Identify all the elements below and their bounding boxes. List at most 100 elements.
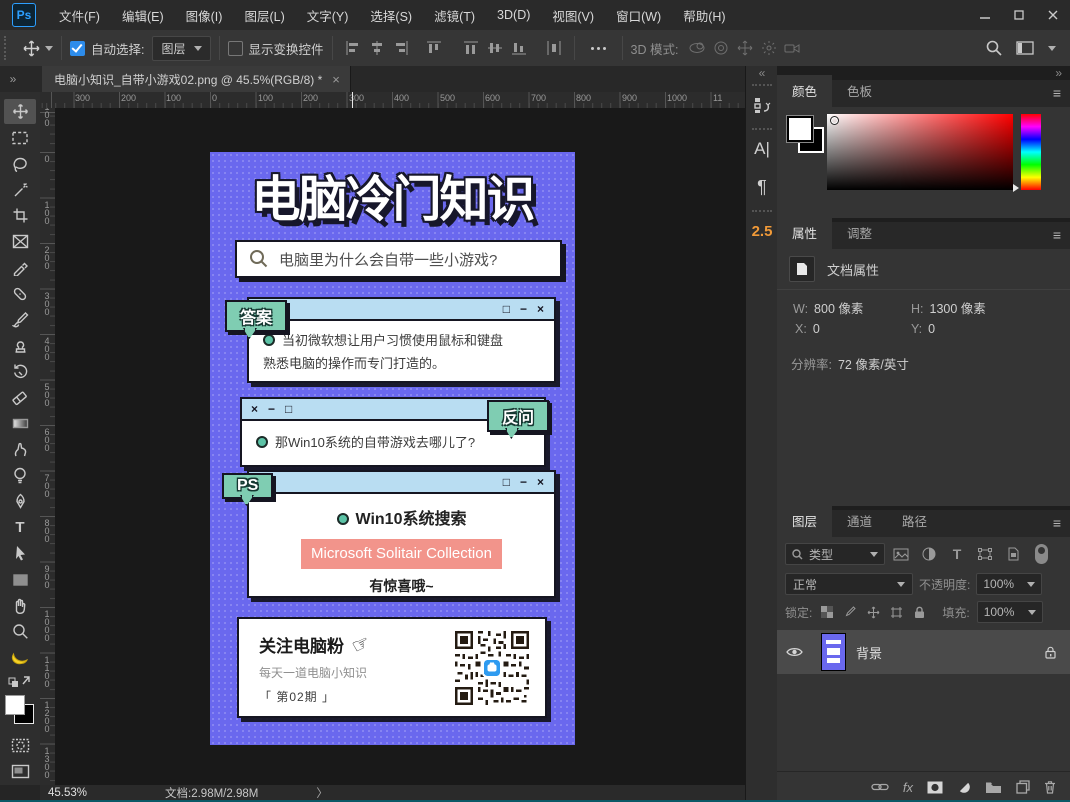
screen-mode-button[interactable] [4,759,36,784]
delete-layer-trash-icon[interactable] [1044,780,1056,794]
drag-3d-camera-icon[interactable] [734,37,756,59]
canvas-area[interactable]: 电脑冷门知识 电脑里为什么会自带一些小游戏? □ − × 当初微软想让用户习惯使… [55,108,745,785]
panel-menu-icon[interactable]: ≡ [1043,221,1070,249]
menu-filter[interactable]: 滤镜(T) [423,6,486,25]
character-panel-icon[interactable]: A| [746,130,778,168]
eyedropper-tool[interactable] [4,255,36,280]
brush-tool[interactable] [4,307,36,332]
distribute-center-vertical-icon[interactable] [484,37,506,59]
distribute-top-icon[interactable] [460,37,482,59]
menu-edit[interactable]: 编辑(E) [111,6,175,25]
align-top-icon[interactable] [423,37,445,59]
lock-pixels-icon[interactable] [842,602,858,622]
menu-image[interactable]: 图像(I) [175,6,234,25]
frame-tool[interactable] [4,229,36,254]
menu-type[interactable]: 文字(Y) [296,6,360,25]
layer-row-background[interactable]: 背景 [777,630,1070,674]
tab-close-icon[interactable]: × [332,72,340,87]
lock-transparent-icon[interactable] [819,602,835,622]
plugin-2-5-panel-icon[interactable]: 2.5 [746,212,778,250]
menu-select[interactable]: 选择(S) [359,6,423,25]
layer-visibility-eye-icon[interactable] [777,646,811,658]
foreground-color-swatch[interactable] [787,116,813,142]
link-layers-icon[interactable] [871,782,889,792]
gradient-tool[interactable] [4,411,36,436]
filter-adjustment-layers-icon[interactable] [917,544,941,564]
collapse-strip-icon[interactable]: « [746,66,778,80]
quick-mask-button[interactable] [4,733,36,758]
minimize-button[interactable] [968,0,1002,30]
paragraph-panel-icon[interactable]: ¶ [746,168,778,206]
hand-tool[interactable] [4,593,36,618]
layer-filter-toggle[interactable] [1035,544,1048,564]
tab-paths[interactable]: 路径 [887,505,942,537]
document-tab[interactable]: 电脑小知识_自带小游戏02.png @ 45.5%(RGB/8) * × [42,66,351,92]
smudge-tool[interactable] [4,437,36,462]
layer-filter-type-dropdown[interactable]: 类型 [785,543,885,565]
tab-swatches[interactable]: 色板 [832,75,887,107]
auto-select-checkbox[interactable] [70,41,85,56]
color-field-selector[interactable] [830,116,839,125]
menu-file[interactable]: 文件(F) [48,6,111,25]
foreground-color-swatch[interactable] [5,695,25,715]
new-group-folder-icon[interactable] [985,781,1002,794]
opacity-input[interactable]: 100% [976,573,1042,595]
history-brush-tool[interactable] [4,359,36,384]
filter-pixel-layers-icon[interactable] [889,544,913,564]
panel-menu-icon[interactable]: ≡ [1043,79,1070,107]
tab-properties[interactable]: 属性 [777,217,832,249]
rectangular-marquee-tool[interactable] [4,125,36,150]
fill-input[interactable]: 100% [977,601,1043,623]
zoom-tool[interactable] [4,619,36,644]
show-transform-checkbox[interactable] [228,41,243,56]
crop-tool[interactable] [4,203,36,228]
filter-type-layers-icon[interactable]: T [945,544,969,564]
layer-style-fx-icon[interactable]: fx [903,780,913,795]
filter-smart-objects-icon[interactable] [1001,544,1025,564]
orbit-3d-camera-icon[interactable] [686,37,708,59]
menu-help[interactable]: 帮助(H) [672,6,736,25]
menu-layer[interactable]: 图层(L) [233,6,295,25]
dodge-tool[interactable] [4,463,36,488]
close-button[interactable] [1036,0,1070,30]
add-layer-mask-icon[interactable] [927,781,943,794]
slide-3d-camera-icon[interactable] [758,37,780,59]
magic-wand-tool[interactable] [4,177,36,202]
distribute-horizontal-icon[interactable] [543,37,565,59]
hue-slider-arrow-icon[interactable] [1013,184,1019,192]
auto-select-target-dropdown[interactable]: 图层 [152,36,210,61]
move-3d-camera-icon[interactable] [782,37,804,59]
lock-artboard-icon[interactable] [888,602,904,622]
more-options-ellipsis-icon[interactable] [591,47,606,50]
layer-thumbnail[interactable] [821,633,846,671]
vertical-ruler[interactable]: 100 0 100 200 300 400 500 600 700 800 90… [40,108,56,785]
align-center-horizontal-icon[interactable] [366,37,388,59]
banana-plugin-tool[interactable] [4,645,36,670]
clone-stamp-tool[interactable] [4,333,36,358]
saturation-brightness-field[interactable] [827,114,1013,190]
lock-all-icon[interactable] [911,602,927,622]
blend-mode-dropdown[interactable]: 正常 [785,573,913,595]
tab-color[interactable]: 颜色 [777,75,832,107]
workspace-switcher-icon[interactable] [1016,41,1034,55]
tab-layers[interactable]: 图层 [777,505,832,537]
tab-channels[interactable]: 通道 [832,505,887,537]
lock-position-icon[interactable] [865,602,881,622]
tool-preset-chevron-icon[interactable] [45,46,53,51]
status-chevron-icon[interactable]: 〉 [316,785,328,801]
search-icon[interactable] [986,40,1002,56]
distribute-bottom-icon[interactable] [508,37,530,59]
default-and-swap-colors[interactable] [4,671,36,689]
maximize-button[interactable] [1002,0,1036,30]
panel-menu-icon[interactable]: ≡ [1043,509,1070,537]
hue-slider[interactable] [1021,114,1041,190]
menu-window[interactable]: 窗口(W) [605,6,672,25]
menu-3d[interactable]: 3D(D) [486,8,541,22]
expand-panels-icon[interactable]: » [0,66,26,92]
color-swatches[interactable] [5,695,35,725]
horizontal-ruler[interactable]: 300 200 100 0 100 200 300 400 500 600 70… [40,92,745,109]
history-panel-icon[interactable] [746,86,778,124]
move-tool[interactable] [4,99,36,124]
new-layer-icon[interactable] [1016,780,1030,794]
zoom-level[interactable]: 45.53% [48,787,87,799]
